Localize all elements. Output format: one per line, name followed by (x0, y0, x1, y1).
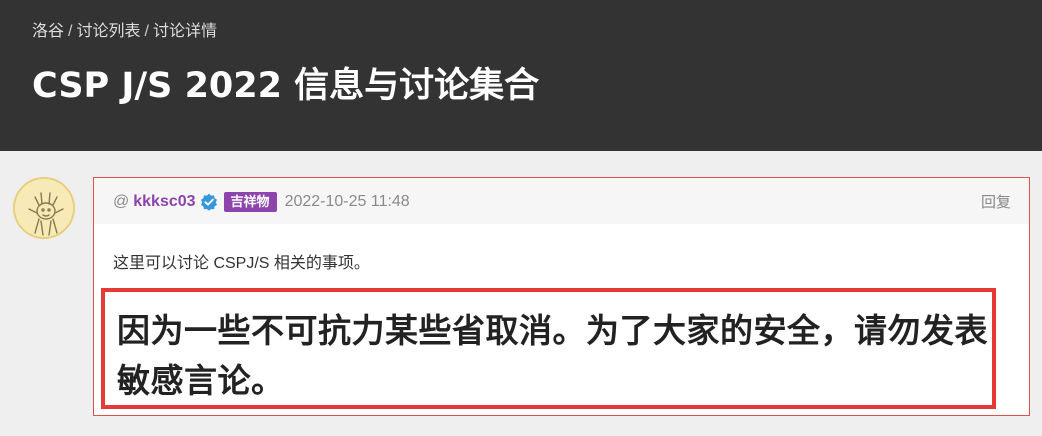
verified-check-icon (200, 193, 218, 211)
post-card: @ kkksc03 吉祥物 2022-10-25 11:48 回复 这里可以讨论… (93, 177, 1030, 416)
page-title: CSP J/S 2022 信息与讨论集合 (32, 66, 540, 106)
breadcrumb: 洛谷 / 讨论列表 / 讨论详情 (32, 17, 217, 41)
username-link[interactable]: kkksc03 (133, 193, 195, 211)
breadcrumb-discussion-detail[interactable]: 讨论详情 (153, 23, 217, 40)
avatar-image (15, 179, 73, 237)
post-body-text: 这里可以讨论 CSPJ/S 相关的事项。 (113, 255, 370, 272)
avatar[interactable] (13, 177, 75, 239)
author-line: @ kkksc03 吉祥物 2022-10-25 11:48 (113, 192, 410, 212)
user-badge: 吉祥物 (223, 192, 277, 212)
breadcrumb-separator: / (68, 23, 73, 40)
post-header: @ kkksc03 吉祥物 2022-10-25 11:48 回复 (94, 178, 1029, 224)
reply-button[interactable]: 回复 (981, 191, 1011, 212)
breadcrumb-home[interactable]: 洛谷 (32, 23, 64, 40)
post-timestamp: 2022-10-25 11:48 (284, 193, 410, 210)
notice-text: 因为一些不可抗力某些省取消。为了大家的安全，请勿发表敏感言论。 (117, 311, 988, 400)
highlighted-notice: 因为一些不可抗力某些省取消。为了大家的安全，请勿发表敏感言论。 (101, 288, 996, 409)
breadcrumb-separator: / (144, 23, 149, 40)
page-header: 洛谷 / 讨论列表 / 讨论详情 CSP J/S 2022 信息与讨论集合 (0, 0, 1042, 151)
breadcrumb-discussion-list[interactable]: 讨论列表 (76, 23, 140, 40)
at-symbol: @ (113, 193, 130, 210)
